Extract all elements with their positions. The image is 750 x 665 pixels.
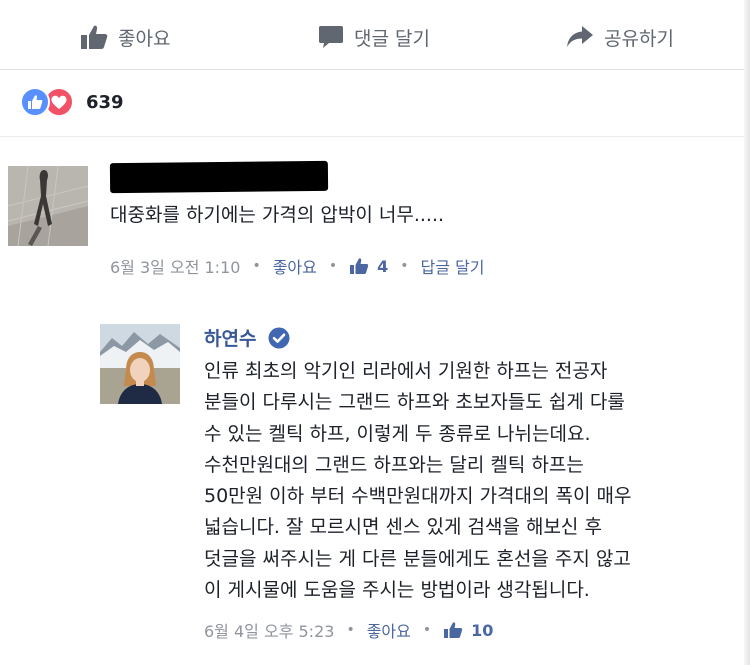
meta-separator: • xyxy=(346,622,355,638)
meta-separator: • xyxy=(328,258,338,274)
comment-text-line: 50만원 이하 부터 수백만원대까지 가격대의 폭이 매우 xyxy=(204,485,632,508)
avatar[interactable] xyxy=(100,324,180,404)
comment-meta: 6월 3일 오전 1:10 • 좋아요 • 4 • 답글 달기 xyxy=(110,254,485,278)
thumbs-up-icon xyxy=(350,258,369,274)
share-button[interactable]: 공유하기 xyxy=(566,20,674,54)
comment-button[interactable]: 댓글 달기 xyxy=(318,20,430,54)
comment-text-line: 이 게시물에 도움을 주시는 방법이라 생각됩니다. xyxy=(204,579,590,602)
speech-bubble-icon xyxy=(319,26,343,48)
section-divider xyxy=(0,136,750,137)
comment-timestamp[interactable]: 6월 4일 오후 5:23 xyxy=(204,618,334,642)
comment-text-line: 분들이 다루시는 그랜드 하프와 초보자들도 쉽게 다룰 xyxy=(204,391,625,414)
comment-meta: 6월 4일 오후 5:23 • 좋아요 • 10 xyxy=(204,618,493,642)
comment-timestamp[interactable]: 6월 3일 오전 1:10 xyxy=(110,254,240,278)
avatar[interactable] xyxy=(8,166,88,246)
share-button-label: 공유하기 xyxy=(604,27,674,50)
page-edge-shadow xyxy=(744,0,750,665)
reactions-summary[interactable]: 639 xyxy=(20,86,124,118)
thumbs-up-icon xyxy=(81,25,108,49)
thumbs-up-icon xyxy=(444,622,463,638)
comment-like-link[interactable]: 좋아요 xyxy=(273,254,317,278)
like-reaction-icon xyxy=(20,87,50,117)
comment-text-line: 인류 최초의 악기인 리라에서 기원한 하프는 전공자 xyxy=(204,360,608,382)
verified-badge-icon xyxy=(268,327,290,349)
comment-like-link[interactable]: 좋아요 xyxy=(367,618,411,642)
comment-text-line: 수 있는 켈틱 하프, 이렇게 두 종류로 나뉘는데요. xyxy=(204,422,591,445)
redacted-author-name xyxy=(109,160,329,194)
comment-text-line: 수천만원대의 그랜드 하프와는 달리 켈틱 하프는 xyxy=(204,453,584,476)
post-action-bar: 좋아요 댓글 달기 공유하기 xyxy=(0,0,750,70)
reaction-count: 639 xyxy=(86,91,124,113)
meta-separator: • xyxy=(422,622,432,638)
comment-author-row: 하연수 xyxy=(204,324,290,351)
meta-separator: • xyxy=(400,258,409,274)
comment-author-name[interactable]: 하연수 xyxy=(204,324,256,351)
meta-separator: • xyxy=(252,258,261,274)
comment-text-line: 덧글을 써주시는 게 다른 분들에게도 혼선을 주지 않고 xyxy=(204,547,631,570)
comment-text-line: 넓습니다. 잘 모르시면 센스 있게 검색을 해보신 후 xyxy=(204,516,602,539)
like-button[interactable]: 좋아요 xyxy=(80,20,170,54)
comment-text: 인류 최초의 악기인 리라에서 기원한 하프는 전공자 분들이 다루시는 그랜드… xyxy=(204,356,740,606)
reply-link[interactable]: 답글 달기 xyxy=(421,254,485,278)
share-arrow-icon xyxy=(567,26,593,47)
comment-like-count[interactable]: 4 xyxy=(349,257,388,276)
comment-button-label: 댓글 달기 xyxy=(354,27,430,50)
comment-like-count[interactable]: 10 xyxy=(443,621,493,640)
comment-text: 대중화를 하기에는 가격의 압박이 너무..... xyxy=(110,204,445,226)
like-button-label: 좋아요 xyxy=(118,27,171,50)
